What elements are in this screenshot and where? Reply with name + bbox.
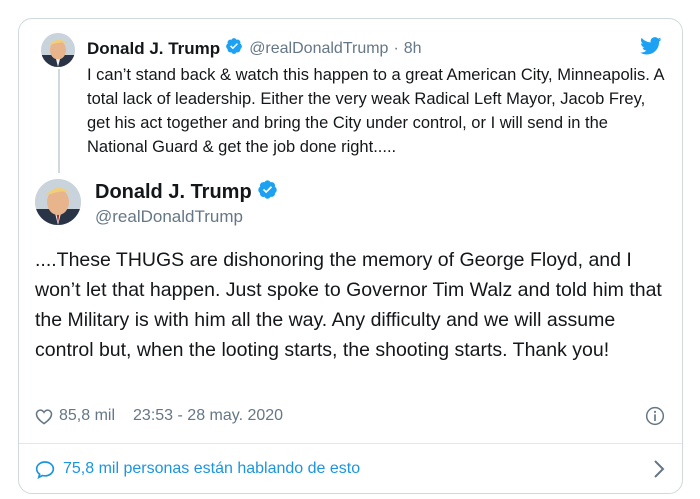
conversation-link[interactable]: 75,8 mil personas están hablando de esto	[35, 456, 665, 482]
divider	[19, 443, 682, 444]
parent-avatar[interactable]	[41, 33, 75, 67]
twitter-bird-icon[interactable]	[640, 37, 662, 60]
parent-tweet-text: I can’t stand back & watch this happen t…	[87, 66, 664, 156]
main-author-name[interactable]: Donald J. Trump	[95, 181, 252, 204]
conversation-label: 75,8 mil personas están hablando de esto	[63, 460, 361, 477]
separator-dot: ·	[393, 39, 399, 57]
parent-header: Donald J. Trump @realDonaldTrump · 8h	[87, 37, 422, 60]
verified-badge-icon	[257, 179, 278, 205]
verified-badge-icon	[225, 37, 243, 60]
tweet-timestamp[interactable]: 23:53 - 28 may. 2020	[133, 407, 283, 425]
main-tweet-text: ....These THUGS are dishonoring the memo…	[35, 249, 662, 361]
chevron-right-icon[interactable]	[653, 459, 665, 484]
tweet-meta-row: 85,8 mil 23:53 - 28 may. 2020	[35, 403, 665, 429]
parent-tweet[interactable]: Donald J. Trump @realDonaldTrump · 8h I …	[19, 19, 682, 175]
parent-author-name[interactable]: Donald J. Trump	[87, 39, 220, 59]
parent-author-handle[interactable]: @realDonaldTrump	[249, 40, 388, 58]
main-avatar[interactable]	[35, 179, 81, 225]
main-author-handle[interactable]: @realDonaldTrump	[95, 207, 243, 227]
heart-icon[interactable]	[35, 408, 53, 425]
parent-timestamp[interactable]: 8h	[404, 40, 422, 58]
info-icon[interactable]	[645, 406, 665, 431]
thread-connector-line	[58, 69, 60, 173]
comment-bubble-icon	[35, 460, 55, 479]
main-author-row: Donald J. Trump	[95, 179, 278, 205]
tweet-embed-card: Donald J. Trump @realDonaldTrump · 8h I …	[18, 18, 683, 494]
like-count[interactable]: 85,8 mil	[59, 407, 115, 425]
